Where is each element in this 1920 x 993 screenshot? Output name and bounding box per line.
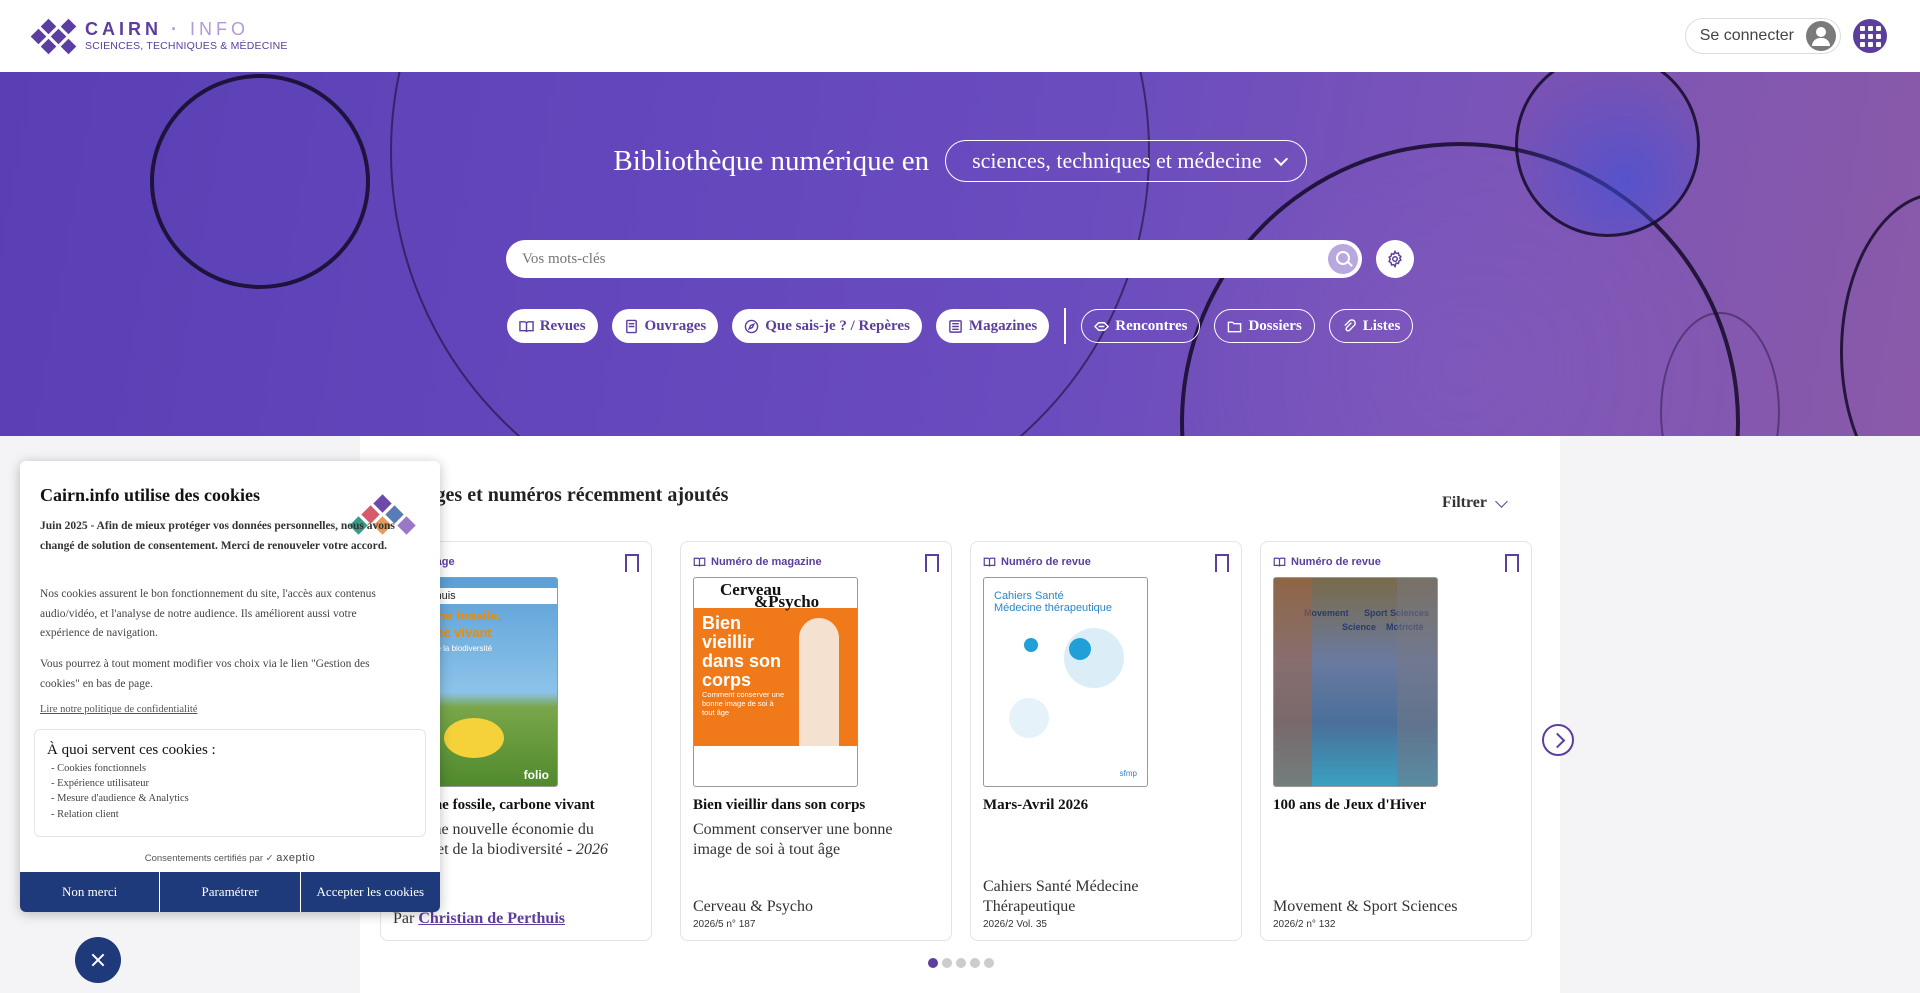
content-type-nav: Revues Ouvrages Que sais-je ? / Repères … (0, 308, 1920, 344)
accept-cookies-button[interactable]: Accepter les cookies (300, 872, 440, 912)
cover-image: Cahiers Santé Médecine thérapeutique sfm… (983, 577, 1148, 787)
card-source: Cahiers Santé Médecine Thérapeutique (983, 878, 1139, 915)
hero-banner: Bibliothèque numérique en sciences, tech… (0, 72, 1920, 436)
cookie-lead-text: Juin 2025 - Afin de mieux protéger vos d… (40, 520, 395, 552)
bookmark-icon[interactable] (1505, 554, 1519, 577)
bookmark-icon[interactable] (925, 554, 939, 577)
card-issue: 2026/2 n° 132 (1273, 919, 1336, 930)
logo-mark-icon (30, 18, 77, 55)
nav-separator (1064, 308, 1067, 344)
logo-title: CAIRN · INFO (85, 19, 250, 40)
nav-rencontres[interactable]: Rencontres (1081, 309, 1201, 343)
card-title[interactable]: Bien vieillir dans son corps (693, 797, 943, 814)
card-type-label: Numéro de magazine (693, 556, 822, 568)
card-type-label: Numéro de revue (983, 556, 1091, 568)
publication-card[interactable]: Numéro de revue Cahiers Santé Médecine t… (970, 541, 1242, 941)
carousel-dot[interactable] (942, 958, 952, 968)
search-icon[interactable] (1328, 244, 1358, 274)
bookmark-icon[interactable] (625, 554, 639, 577)
axeptio-certification: Consentements certifiés par ✓ axeptio (144, 852, 316, 864)
author-link[interactable]: Christian de Perthuis (418, 910, 565, 927)
cover-image: Movement Sport Sciences Science Motricit… (1273, 577, 1438, 787)
publication-card[interactable]: Numéro de revue Movement Sport Sciences … (1260, 541, 1532, 941)
nav-revues[interactable]: Revues (506, 309, 598, 343)
nav-magazines[interactable]: Magazines (935, 309, 1050, 343)
logo-subtitle: SCIENCES, TECHNIQUES & MÉDECINE (85, 40, 288, 53)
publication-card[interactable]: Numéro de magazine Cerveau &Psycho Bien … (680, 541, 952, 941)
purpose-item: Mesure d'audience & Analytics (47, 791, 413, 806)
book-open-icon (983, 557, 996, 567)
carousel-next-button[interactable] (1542, 724, 1574, 756)
cookie-description: Nos cookies assurent le bon fonctionneme… (40, 588, 376, 640)
card-source: Cerveau & Psycho (693, 898, 813, 915)
book-icon (625, 319, 637, 333)
folder-icon (1228, 321, 1242, 332)
user-icon (1806, 21, 1836, 51)
cover-image: Cerveau &Psycho Bien vieillir dans son c… (693, 577, 858, 787)
carousel-dot[interactable] (928, 958, 938, 968)
advanced-search-button[interactable] (1376, 240, 1414, 278)
search-bar (506, 240, 1362, 278)
card-type-label: Numéro de revue (1273, 556, 1381, 568)
login-label: Se connecter (1699, 27, 1794, 44)
domain-select-value: sciences, techniques et médecine (972, 148, 1262, 173)
cookie-purposes: À quoi servent ces cookies : Cookies fon… (34, 729, 426, 837)
card-source: Movement & Sport Sciences (1273, 898, 1458, 915)
hero-title: Bibliothèque numérique en (613, 144, 930, 177)
card-issue: 2026/5 n° 187 (693, 919, 756, 930)
domain-select[interactable]: sciences, techniques et médecine (945, 140, 1307, 182)
card-author: Par Christian de Perthuis (393, 910, 565, 927)
purposes-title: À quoi servent ces cookies : (47, 742, 216, 758)
card-title[interactable]: Mars-Avril 2026 (983, 797, 1233, 814)
search-input[interactable] (522, 250, 1282, 268)
clip-icon (1344, 318, 1356, 331)
compass-icon (744, 319, 759, 333)
nav-ouvrages[interactable]: Ouvrages (611, 309, 719, 343)
refuse-cookies-button[interactable]: Non merci (20, 872, 161, 912)
cookie-consent-modal: Cairn.info utilise des cookies Juin 2025… (20, 461, 440, 912)
carousel-dot[interactable] (970, 958, 980, 968)
recent-additions-section: Ouvrages et numéros récemment ajoutés Fi… (360, 436, 1574, 993)
apps-grid-button[interactable] (1853, 19, 1887, 53)
purpose-item: Cookies fonctionnels (47, 761, 413, 776)
chevron-down-icon (1273, 151, 1288, 167)
gear-icon (1388, 250, 1402, 268)
cookie-settings-button[interactable]: Paramétrer (160, 872, 301, 912)
diamond-icon (1094, 321, 1110, 331)
bookmark-icon[interactable] (1215, 554, 1229, 577)
carousel-pagination (928, 958, 994, 968)
close-cookie-button[interactable] (75, 937, 121, 983)
purpose-item: Relation client (47, 807, 413, 822)
card-title[interactable]: 100 ans de Jeux d'Hiver (1273, 797, 1523, 814)
carousel-dot[interactable] (956, 958, 966, 968)
book-open-icon (518, 320, 534, 332)
cookie-title: Cairn.info utilise des cookies (40, 485, 261, 505)
site-header: CAIRN · INFO SCIENCES, TECHNIQUES & MÉDE… (0, 0, 1920, 72)
cookie-settings-note: Vous pourrez à tout moment modifier vos … (40, 658, 370, 690)
card-subtitle: Comment conserver une bonne image de soi… (693, 821, 893, 858)
login-button[interactable]: Se connecter (1684, 18, 1841, 54)
chevron-down-icon (1495, 494, 1508, 508)
nav-dossiers[interactable]: Dossiers (1214, 309, 1315, 343)
book-open-icon (1273, 557, 1286, 567)
newspaper-icon (949, 319, 962, 333)
nav-listes[interactable]: Listes (1328, 309, 1414, 343)
card-issue: 2026/2 Vol. 35 (983, 919, 1047, 930)
purpose-item: Expérience utilisateur (47, 776, 413, 791)
checkmark-icon: ✓ (265, 853, 277, 864)
book-open-icon (693, 557, 706, 567)
carousel-dot[interactable] (984, 958, 994, 968)
privacy-policy-link[interactable]: Lire notre politique de confidentialité (40, 704, 197, 715)
cairn-logo[interactable]: CAIRN · INFO SCIENCES, TECHNIQUES & MÉDE… (30, 18, 288, 55)
nav-que-sais-je[interactable]: Que sais-je ? / Repères (732, 309, 922, 343)
filter-dropdown[interactable]: Filtrer (1442, 494, 1508, 512)
